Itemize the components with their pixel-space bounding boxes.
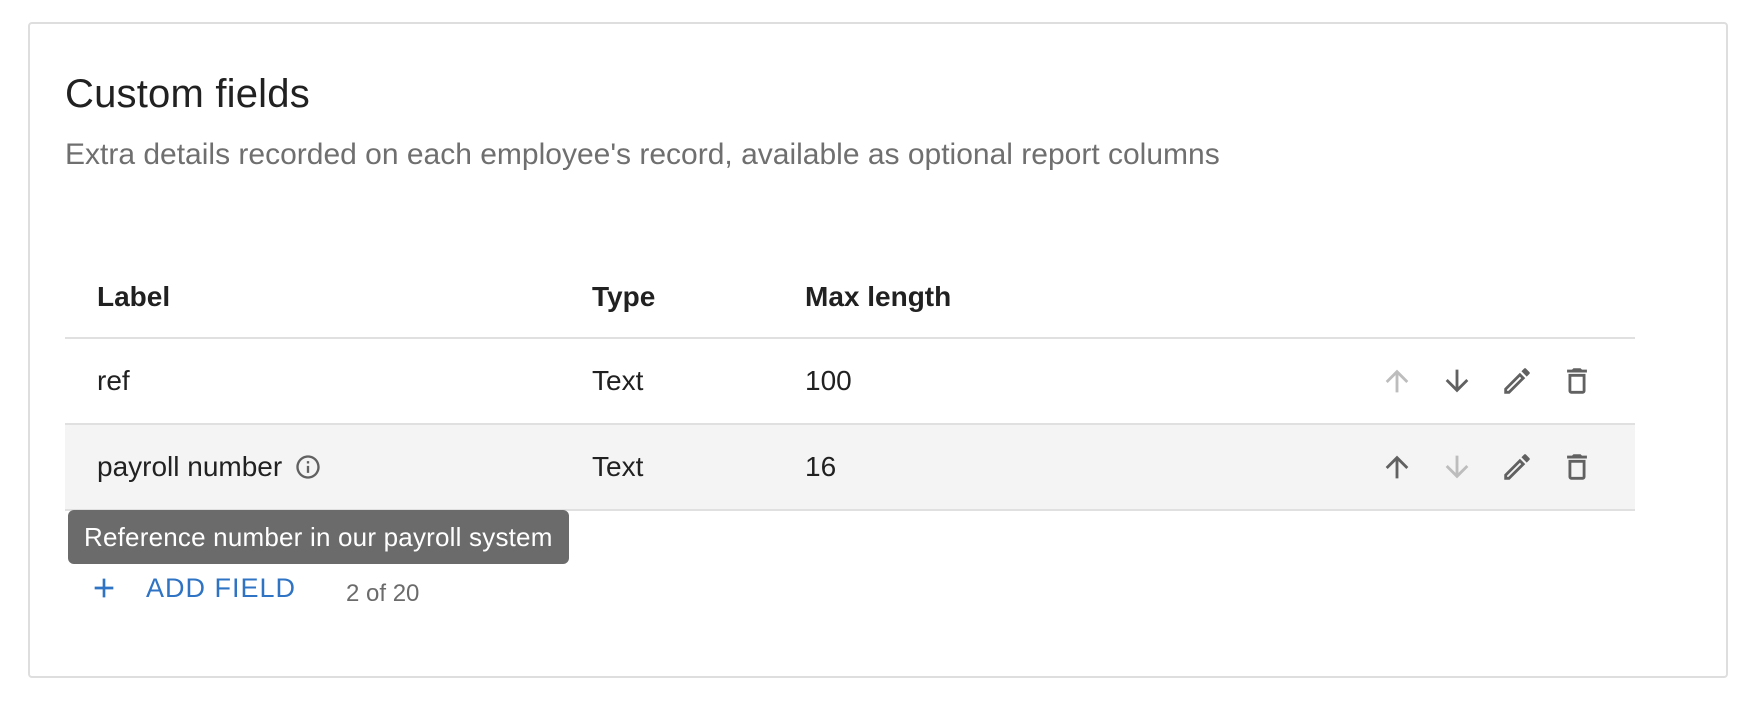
column-header-type: Type bbox=[592, 280, 656, 312]
add-field-label: ADD FIELD bbox=[146, 572, 297, 603]
field-max-length-cell: 100 bbox=[805, 365, 852, 396]
column-header-label: Label bbox=[97, 280, 171, 312]
field-type-cell: Text bbox=[592, 365, 644, 396]
field-label-cell: ref bbox=[97, 365, 130, 397]
info-tooltip: Reference number in our payroll system bbox=[68, 510, 569, 564]
arrow-up-icon bbox=[1385, 455, 1409, 479]
trash-icon bbox=[1567, 454, 1587, 480]
add-field-button[interactable]: ADD FIELD bbox=[88, 572, 296, 604]
move-up-button[interactable] bbox=[1377, 447, 1417, 487]
field-count: 2 of 20 bbox=[346, 580, 420, 607]
field-label: payroll number bbox=[97, 451, 283, 482]
edit-button[interactable] bbox=[1497, 361, 1537, 401]
field-max-length-cell: 16 bbox=[805, 451, 837, 482]
move-up-button[interactable] bbox=[1377, 361, 1417, 401]
arrow-up-icon bbox=[1385, 369, 1409, 393]
column-header-max-length: Max length bbox=[805, 280, 952, 312]
move-down-button[interactable] bbox=[1437, 447, 1477, 487]
edit-button[interactable] bbox=[1497, 447, 1537, 487]
table-row: payroll number Text 16 bbox=[65, 425, 1635, 511]
arrow-down-icon bbox=[1445, 369, 1469, 393]
info-icon[interactable] bbox=[294, 453, 322, 481]
trash-icon bbox=[1567, 368, 1587, 394]
custom-fields-table: Label Type Max length ref Text 100 payro… bbox=[65, 256, 1635, 511]
plus-icon bbox=[94, 578, 114, 598]
delete-button[interactable] bbox=[1557, 447, 1597, 487]
arrow-down-icon bbox=[1445, 455, 1469, 479]
field-label: ref bbox=[97, 365, 130, 396]
row-actions bbox=[1377, 361, 1597, 401]
pencil-icon bbox=[1504, 454, 1530, 480]
field-label-cell: payroll number bbox=[97, 451, 322, 483]
delete-button[interactable] bbox=[1557, 361, 1597, 401]
table-row: ref Text 100 bbox=[65, 339, 1635, 425]
table-header-row: Label Type Max length bbox=[65, 256, 1635, 339]
row-actions bbox=[1377, 447, 1597, 487]
pencil-icon bbox=[1504, 368, 1530, 394]
section-title: Custom fields bbox=[65, 72, 310, 116]
field-type-cell: Text bbox=[592, 451, 644, 482]
move-down-button[interactable] bbox=[1437, 361, 1477, 401]
section-description: Extra details recorded on each employee'… bbox=[65, 138, 1220, 171]
